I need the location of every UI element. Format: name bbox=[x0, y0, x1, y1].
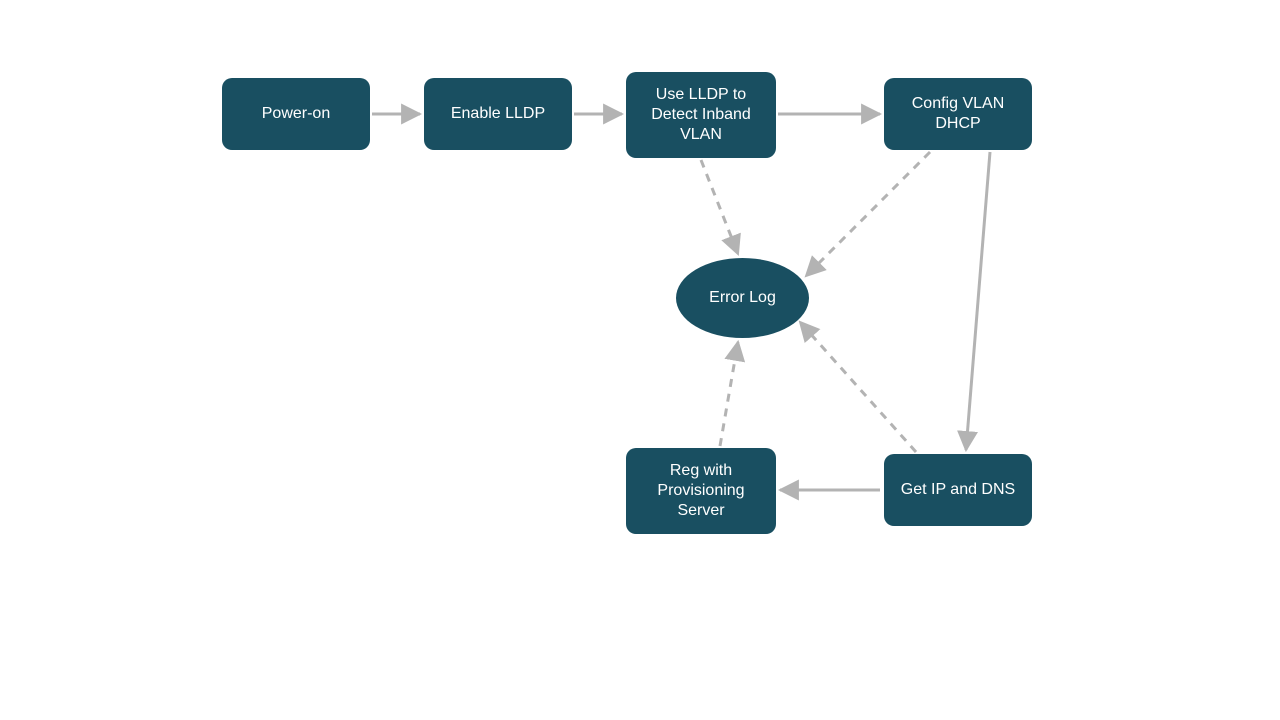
edge-config-dhcp-to-get-ip-dns bbox=[966, 152, 990, 450]
node-enable-lldp: Enable LLDP bbox=[424, 78, 572, 150]
node-label: Enable LLDP bbox=[451, 104, 545, 124]
node-label: Use LLDP to Detect Inband VLAN bbox=[636, 85, 766, 145]
node-error-log: Error Log bbox=[676, 258, 809, 338]
node-power-on: Power-on bbox=[222, 78, 370, 150]
node-label: Config VLAN DHCP bbox=[894, 94, 1022, 134]
node-label: Error Log bbox=[709, 288, 776, 308]
node-config-vlan-dhcp: Config VLAN DHCP bbox=[884, 78, 1032, 150]
node-reg-provisioning-server: Reg with Provisioning Server bbox=[626, 448, 776, 534]
edge-reg-prov-to-error-log bbox=[720, 342, 738, 446]
edge-detect-vlan-to-error-log bbox=[701, 160, 738, 254]
node-detect-inband-vlan: Use LLDP to Detect Inband VLAN bbox=[626, 72, 776, 158]
edge-get-ip-dns-to-error-log bbox=[800, 322, 916, 452]
edge-config-dhcp-to-error-log bbox=[806, 152, 930, 276]
node-label: Get IP and DNS bbox=[901, 480, 1015, 500]
node-label: Reg with Provisioning Server bbox=[636, 461, 766, 521]
node-get-ip-and-dns: Get IP and DNS bbox=[884, 454, 1032, 526]
node-label: Power-on bbox=[262, 104, 330, 124]
